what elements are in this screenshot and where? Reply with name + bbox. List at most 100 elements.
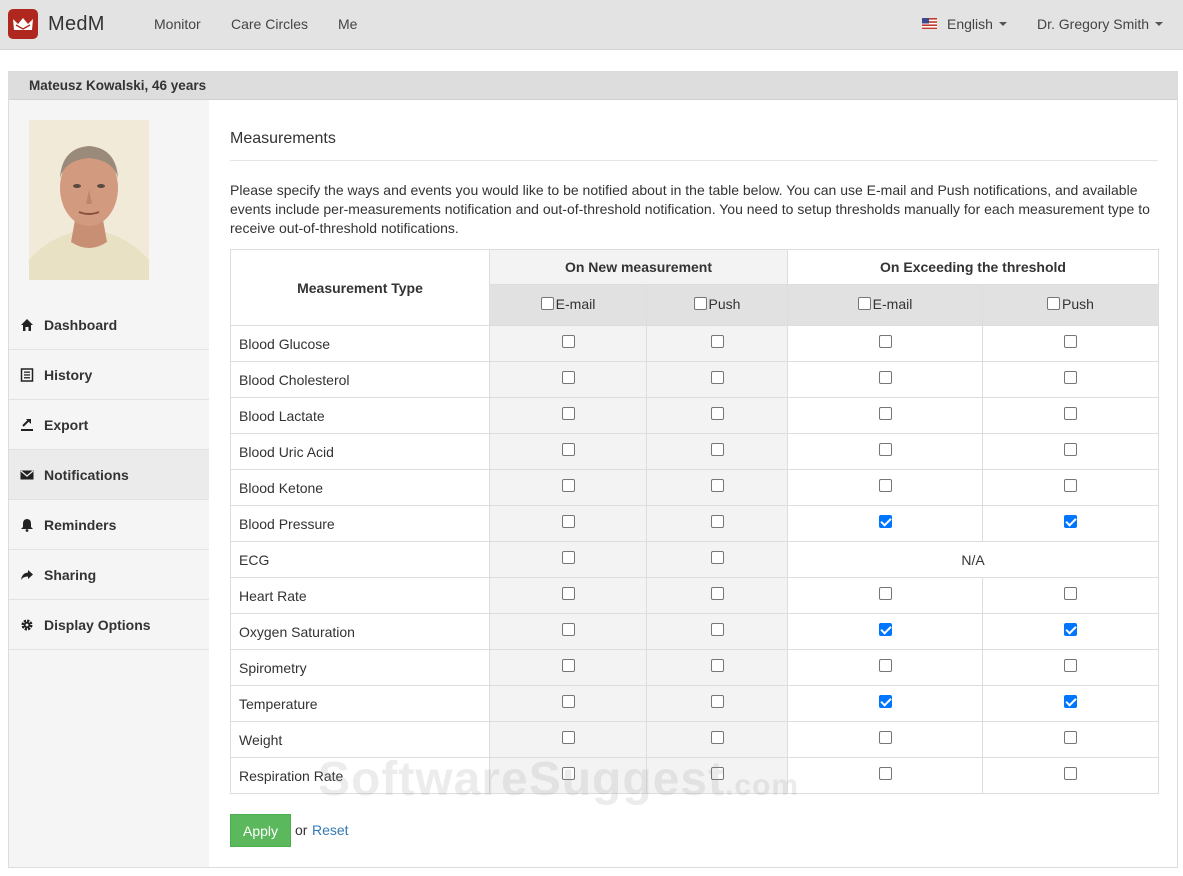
new-push-cell xyxy=(646,433,788,470)
threshold-push-checkbox[interactable] xyxy=(1064,515,1077,529)
new-email-cell xyxy=(489,433,647,470)
new-email-select-all[interactable]: E-mail xyxy=(540,296,595,312)
measurement-name: Oxygen Saturation xyxy=(230,613,490,650)
threshold-email-checkbox[interactable] xyxy=(878,623,892,637)
threshold-email-checkbox[interactable] xyxy=(878,443,892,457)
sidebar-item-history[interactable]: History xyxy=(9,350,209,400)
threshold-push-select-all[interactable]: Push xyxy=(1047,296,1094,312)
nav-care-circles[interactable]: Care Circles xyxy=(231,16,308,32)
new-email-checkbox[interactable] xyxy=(561,515,575,529)
threshold-push-checkbox[interactable] xyxy=(1064,731,1077,745)
threshold-na-cell: N/A xyxy=(786,541,1160,578)
threshold-email-checkbox[interactable] xyxy=(878,731,892,745)
export-icon xyxy=(19,417,35,433)
new-push-cell xyxy=(646,469,788,506)
new-email-checkbox[interactable] xyxy=(561,659,575,673)
threshold-push-checkbox[interactable] xyxy=(1064,659,1077,673)
threshold-push-checkbox[interactable] xyxy=(1064,587,1077,601)
new-email-checkbox[interactable] xyxy=(561,767,575,781)
threshold-email-cell xyxy=(787,505,983,542)
new-push-cell xyxy=(646,361,788,398)
new-push-checkbox[interactable] xyxy=(710,371,724,385)
measurement-name: Blood Cholesterol xyxy=(230,361,490,398)
divider xyxy=(230,160,1158,161)
nav-monitor[interactable]: Monitor xyxy=(154,16,201,32)
new-push-checkbox[interactable] xyxy=(710,659,724,673)
new-push-cell xyxy=(646,505,788,542)
checkbox[interactable] xyxy=(857,296,871,310)
threshold-email-cell xyxy=(787,433,983,470)
new-push-checkbox[interactable] xyxy=(710,695,724,709)
threshold-push-checkbox[interactable] xyxy=(1064,695,1077,709)
threshold-email-select-all[interactable]: E-mail xyxy=(857,296,912,312)
threshold-email-checkbox[interactable] xyxy=(878,659,892,673)
checkbox[interactable] xyxy=(1047,296,1061,310)
apply-button[interactable]: Apply xyxy=(230,814,291,847)
threshold-email-cell xyxy=(787,685,983,722)
sidebar-item-dashboard[interactable]: Dashboard xyxy=(9,300,209,350)
threshold-email-checkbox[interactable] xyxy=(878,479,892,493)
new-email-checkbox[interactable] xyxy=(561,335,575,349)
threshold-push-checkbox[interactable] xyxy=(1064,479,1077,493)
new-email-checkbox[interactable] xyxy=(561,443,575,457)
new-email-cell xyxy=(489,505,647,542)
threshold-email-checkbox[interactable] xyxy=(878,335,892,349)
checkbox[interactable] xyxy=(693,296,707,310)
new-email-checkbox[interactable] xyxy=(561,695,575,709)
table-row: Spirometry xyxy=(230,649,1160,686)
threshold-push-checkbox[interactable] xyxy=(1064,443,1077,457)
new-push-checkbox[interactable] xyxy=(710,551,724,565)
new-email-cell xyxy=(489,613,647,650)
threshold-push-checkbox[interactable] xyxy=(1064,623,1077,637)
checkbox[interactable] xyxy=(540,296,554,310)
sidebar-item-notifications[interactable]: Notifications xyxy=(9,450,209,500)
new-email-checkbox[interactable] xyxy=(561,551,575,565)
sidebar-menu: Dashboard History Export Notifications R… xyxy=(9,300,209,650)
threshold-push-cell xyxy=(981,433,1160,470)
new-push-checkbox[interactable] xyxy=(710,515,724,529)
threshold-email-checkbox[interactable] xyxy=(878,695,892,709)
threshold-push-checkbox[interactable] xyxy=(1064,407,1077,421)
envelope-icon xyxy=(19,467,35,483)
user-dropdown[interactable]: Dr. Gregory Smith xyxy=(1037,16,1164,32)
new-push-checkbox[interactable] xyxy=(710,623,724,637)
threshold-email-checkbox[interactable] xyxy=(878,587,892,601)
measurement-name: Blood Ketone xyxy=(230,469,490,506)
new-push-select-all[interactable]: Push xyxy=(693,296,740,312)
threshold-email-checkbox[interactable] xyxy=(878,371,892,385)
threshold-email-checkbox[interactable] xyxy=(878,407,892,421)
new-email-checkbox[interactable] xyxy=(561,587,575,601)
list-icon xyxy=(19,367,35,383)
new-push-checkbox[interactable] xyxy=(710,731,724,745)
new-push-checkbox[interactable] xyxy=(710,587,724,601)
patient-panel: Mateusz Kowalski, 46 years Dashboard His… xyxy=(8,71,1178,868)
new-push-checkbox[interactable] xyxy=(710,407,724,421)
new-push-checkbox[interactable] xyxy=(710,335,724,349)
threshold-email-cell xyxy=(787,397,983,434)
brand[interactable]: MedM xyxy=(8,9,105,39)
threshold-push-checkbox[interactable] xyxy=(1064,335,1077,349)
new-push-checkbox[interactable] xyxy=(710,479,724,493)
threshold-push-checkbox[interactable] xyxy=(1064,371,1077,385)
table-row: Blood Cholesterol xyxy=(230,361,1160,398)
new-push-checkbox[interactable] xyxy=(710,443,724,457)
threshold-email-checkbox[interactable] xyxy=(878,767,892,781)
new-email-checkbox[interactable] xyxy=(561,371,575,385)
new-email-checkbox[interactable] xyxy=(561,407,575,421)
sidebar-item-display-options[interactable]: Display Options xyxy=(9,600,209,650)
threshold-push-cell xyxy=(981,577,1160,614)
sidebar-item-reminders[interactable]: Reminders xyxy=(9,500,209,550)
new-push-checkbox[interactable] xyxy=(710,767,724,781)
language-dropdown[interactable]: English xyxy=(922,16,1007,32)
language-label: English xyxy=(947,16,993,32)
threshold-push-checkbox[interactable] xyxy=(1064,767,1077,781)
threshold-email-checkbox[interactable] xyxy=(878,515,892,529)
new-email-checkbox[interactable] xyxy=(561,479,575,493)
sidebar-item-export[interactable]: Export xyxy=(9,400,209,450)
new-email-checkbox[interactable] xyxy=(561,623,575,637)
nav-me[interactable]: Me xyxy=(338,16,357,32)
sidebar-item-sharing[interactable]: Sharing xyxy=(9,550,209,600)
new-email-cell xyxy=(489,325,647,362)
new-email-checkbox[interactable] xyxy=(561,731,575,745)
reset-link[interactable]: Reset xyxy=(312,822,349,838)
